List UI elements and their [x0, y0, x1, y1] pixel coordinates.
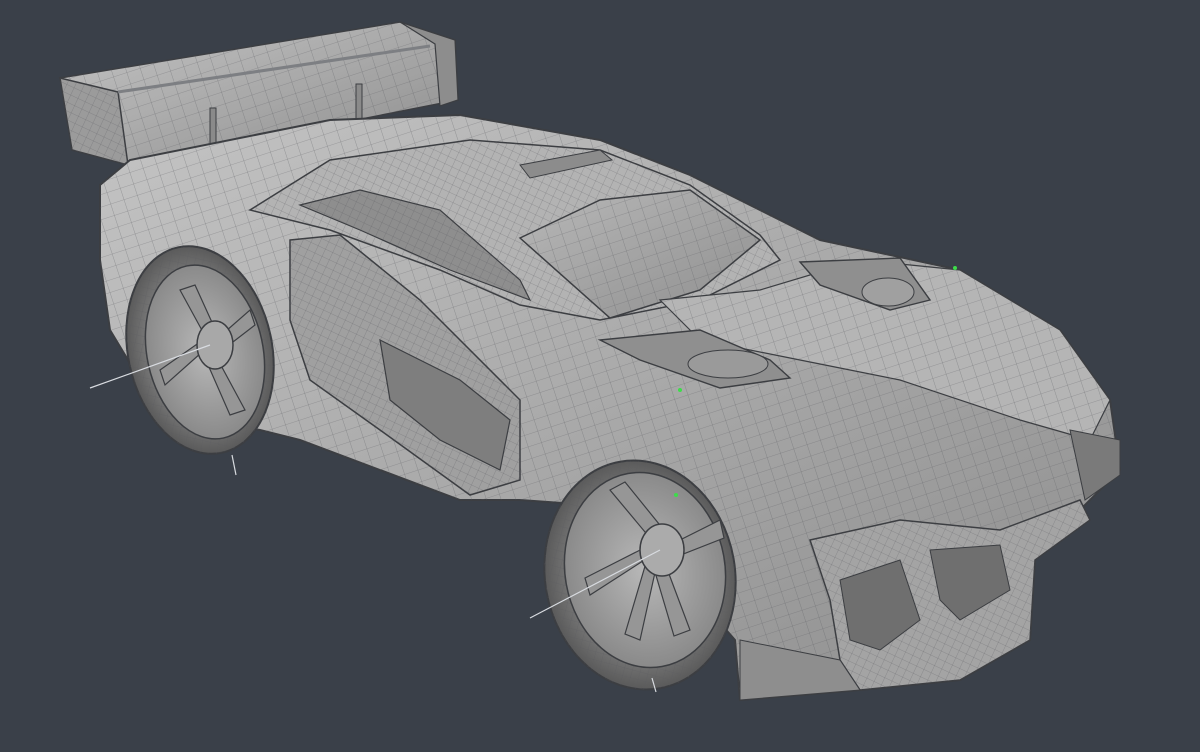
locator-marker: [674, 493, 678, 497]
car-model-render[interactable]: [0, 0, 1200, 752]
3d-viewport[interactable]: [0, 0, 1200, 752]
locator-marker: [953, 266, 957, 270]
locator-marker: [678, 388, 682, 392]
